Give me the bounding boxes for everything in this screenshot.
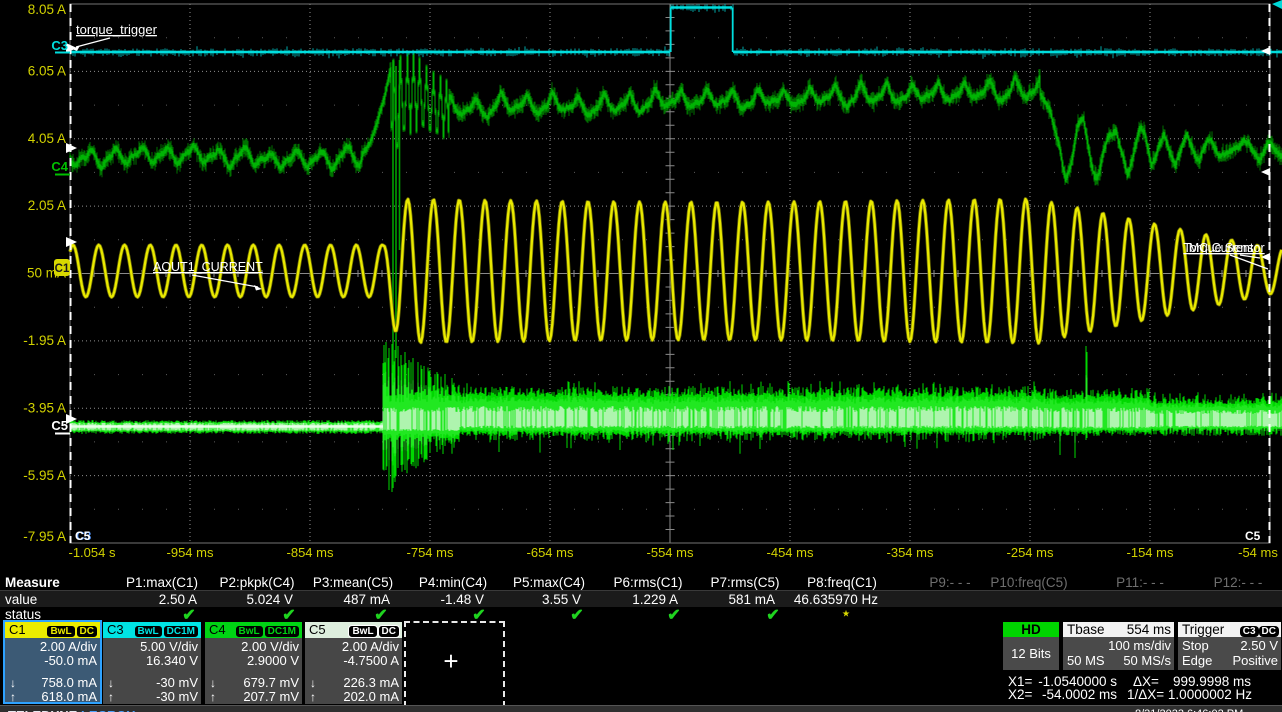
svg-text:-7.95 A: -7.95 A — [23, 529, 66, 544]
svg-text:-854 ms: -854 ms — [287, 545, 334, 560]
svg-text:-1.95 A: -1.95 A — [23, 333, 66, 348]
svg-text:C3: C3 — [51, 38, 68, 53]
svg-text:-554 ms: -554 ms — [647, 545, 694, 560]
svg-text:MC Current: MC Current — [1189, 241, 1254, 255]
svg-text:-454 ms: -454 ms — [767, 545, 814, 560]
svg-text:2.05 A: 2.05 A — [28, 198, 66, 213]
svg-text:-54 ms: -54 ms — [1238, 545, 1278, 560]
svg-text:C1: C1 — [55, 263, 70, 275]
svg-text:C5: C5 — [75, 529, 91, 543]
svg-text:-154 ms: -154 ms — [1127, 545, 1174, 560]
svg-text:-254 ms: -254 ms — [1007, 545, 1054, 560]
svg-text:-354 ms: -354 ms — [887, 545, 934, 560]
svg-text:-1.054 s: -1.054 s — [69, 545, 116, 560]
svg-text:-3.95 A: -3.95 A — [23, 401, 66, 416]
svg-text:AOUT1_CURRENT: AOUT1_CURRENT — [153, 260, 263, 274]
svg-text:torque_trigger: torque_trigger — [76, 22, 158, 37]
svg-text:4.05 A: 4.05 A — [28, 131, 66, 146]
svg-text:-5.95 A: -5.95 A — [23, 468, 66, 483]
svg-text:C5: C5 — [51, 418, 68, 433]
svg-text:-654 ms: -654 ms — [527, 545, 574, 560]
svg-text:-754 ms: -754 ms — [407, 545, 454, 560]
svg-text:6.05 A: 6.05 A — [28, 64, 66, 79]
svg-text:-954 ms: -954 ms — [167, 545, 214, 560]
svg-text:C4: C4 — [51, 159, 68, 174]
svg-text:C5: C5 — [1245, 529, 1261, 543]
